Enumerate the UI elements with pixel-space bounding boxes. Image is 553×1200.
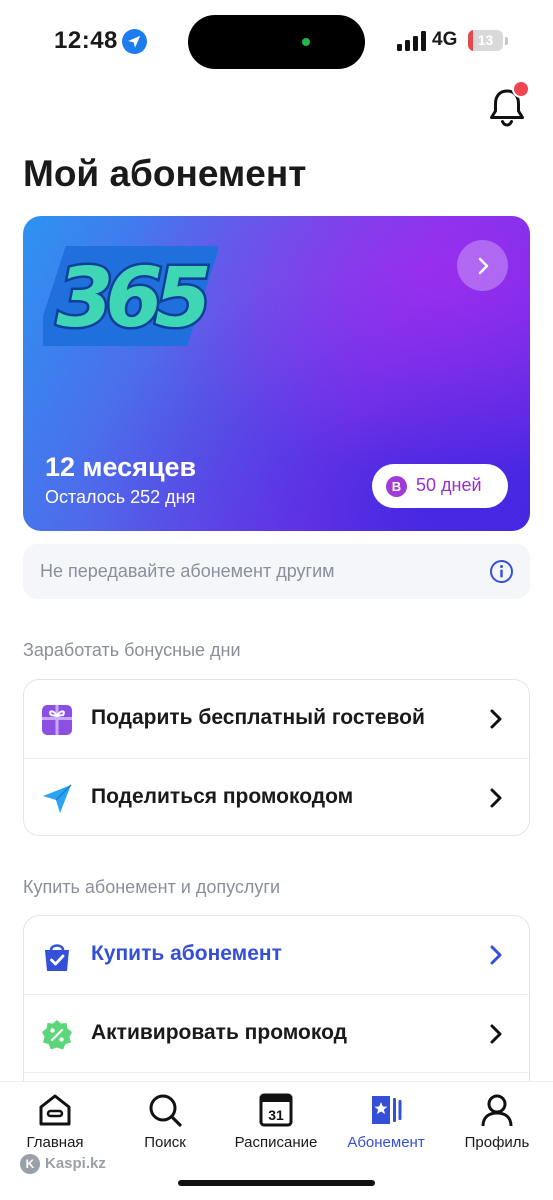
bonus-days-label: 50 дней: [416, 475, 482, 495]
location-arrow-icon: [122, 29, 147, 54]
subscription-card[interactable]: 365 12 месяцев Осталось 252 дня B 50 дне…: [23, 216, 530, 531]
battery-tip: [505, 37, 508, 45]
calendar-day: 31: [268, 1107, 284, 1123]
promo-badge-icon: [42, 1020, 72, 1050]
chevron-right-icon: [490, 945, 502, 965]
paper-plane-icon: [43, 784, 72, 813]
battery-indicator: 13: [468, 30, 503, 51]
activate-promocode-item[interactable]: Активировать промокод: [24, 994, 529, 1072]
tab-subscription[interactable]: Абонемент: [331, 1082, 441, 1162]
logo-365-text: 365: [56, 251, 207, 346]
gift-icon: [42, 705, 72, 735]
bonus-badge: B: [386, 476, 407, 497]
tab-schedule-label: Расписание: [234, 1134, 318, 1151]
chevron-right-icon: [490, 1024, 502, 1044]
subscription-period: 12 месяцев: [45, 452, 197, 482]
tab-profile[interactable]: Профиль: [442, 1082, 552, 1162]
card-details-button[interactable]: [457, 240, 508, 291]
watermark-text: Kaspi.kz: [45, 1155, 106, 1172]
chevron-right-icon: [490, 709, 502, 729]
gift-guest-pass-label: Подарить бесплатный гостевой: [91, 706, 425, 729]
status-time: 12:48: [54, 27, 118, 54]
search-icon: [149, 1094, 182, 1127]
tab-search-label: Поиск: [144, 1134, 186, 1151]
subscription-remaining: Осталось 252 дня: [45, 487, 196, 507]
dynamic-island: [188, 15, 365, 69]
bonus-days-pill[interactable]: B 50 дней: [372, 464, 508, 508]
calendar-icon: 31: [259, 1093, 293, 1127]
profile-icon: [481, 1094, 513, 1127]
membership-card-icon: [372, 1096, 402, 1124]
page-title: Мой абонемент: [23, 153, 307, 194]
info-icon[interactable]: [489, 559, 514, 584]
buy-subscription-label: Купить абонемент: [91, 942, 282, 965]
shopping-bag-icon: [45, 944, 69, 971]
camera-indicator: [302, 38, 310, 46]
watermark-logo: K: [20, 1154, 40, 1174]
cellular-signal-icon: [397, 31, 426, 51]
notification-dot: [512, 80, 530, 98]
tab-home[interactable]: Главная: [0, 1082, 110, 1162]
tab-home-label: Главная: [26, 1134, 84, 1151]
network-type: 4G: [432, 29, 458, 50]
notice-text: Не передавайте абонемент другим: [40, 561, 335, 581]
home-icon: [39, 1094, 71, 1126]
bonus-actions-list: Подарить бесплатный гостевой Поделиться …: [23, 679, 530, 836]
tab-search[interactable]: Поиск: [110, 1082, 220, 1162]
battery-percent: 13: [477, 32, 494, 48]
logo-365: 365: [43, 246, 218, 349]
activate-promocode-label: Активировать промокод: [91, 1021, 347, 1044]
gift-guest-pass-item[interactable]: Подарить бесплатный гостевой: [24, 680, 529, 758]
share-promocode-label: Поделиться промокодом: [91, 785, 354, 808]
buy-subscription-item[interactable]: Купить абонемент: [24, 916, 529, 994]
tab-subscription-label: Абонемент: [347, 1134, 425, 1151]
share-promocode-item[interactable]: Поделиться промокодом: [24, 758, 529, 835]
chevron-right-icon: [490, 788, 502, 808]
home-indicator[interactable]: [178, 1180, 375, 1186]
tab-schedule[interactable]: 31 Расписание: [221, 1082, 331, 1162]
chevron-right-icon: [478, 257, 489, 275]
bonus-section-title: Заработать бонусные дни: [23, 640, 241, 660]
status-bar: 12:48 4G 13: [0, 0, 553, 80]
tab-profile-label: Профиль: [464, 1134, 530, 1151]
transfer-notice: Не передавайте абонемент другим: [23, 544, 530, 599]
buy-section-title: Купить абонемент и допуслуги: [23, 877, 281, 897]
